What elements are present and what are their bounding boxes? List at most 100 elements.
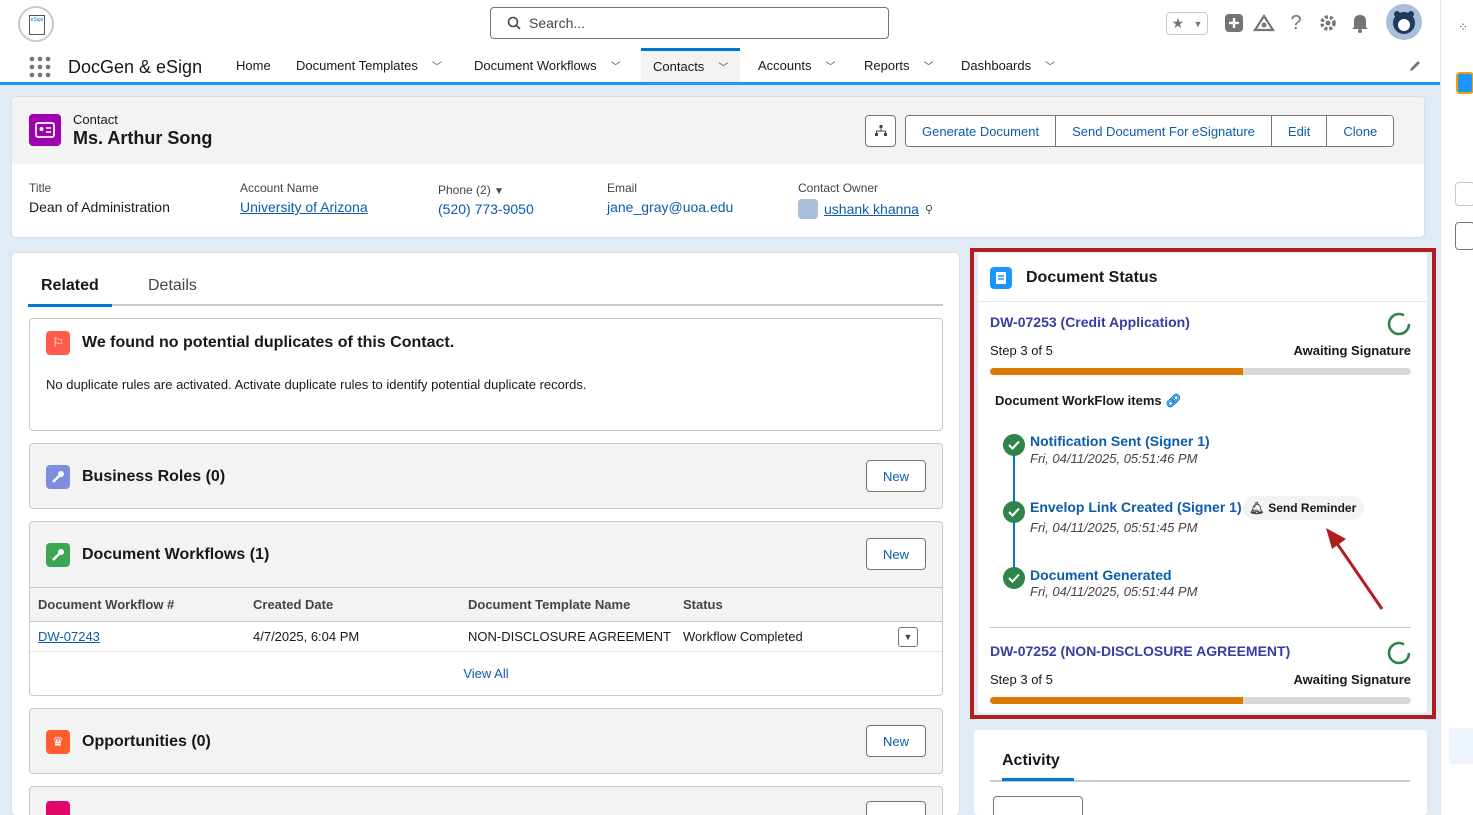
chevron-down-icon[interactable]: ﹀ bbox=[1045, 58, 1055, 73]
workflow-items-label[interactable]: Document WorkFlow items 🔗︎ bbox=[995, 393, 1182, 409]
column-header-actions bbox=[890, 587, 942, 622]
items-label-text: Document WorkFlow items bbox=[995, 393, 1162, 408]
nav-item-contacts[interactable]: Contacts ﹀ bbox=[641, 48, 741, 82]
column-header[interactable]: Document Workflow # bbox=[30, 587, 245, 622]
opportunities-new-button[interactable]: New bbox=[866, 725, 926, 757]
nav-item-accounts[interactable]: Accounts ﹀ bbox=[758, 48, 835, 82]
field-label[interactable]: Phone (2) ▼ bbox=[438, 183, 534, 197]
nav-label: Home bbox=[236, 57, 271, 73]
global-search[interactable] bbox=[490, 7, 889, 39]
add-icon[interactable] bbox=[1223, 12, 1245, 34]
nav-item-reports[interactable]: Reports ﹀ bbox=[864, 48, 934, 82]
progress-fill bbox=[990, 697, 1243, 704]
workflow-title-link[interactable]: DW-07253 (Credit Application) bbox=[990, 314, 1190, 330]
column-header[interactable]: Status bbox=[675, 587, 890, 622]
notifications-bell-icon[interactable] bbox=[1349, 12, 1371, 34]
activity-tab-bar: Activity bbox=[990, 750, 1410, 782]
field-value: Dean of Administration bbox=[29, 199, 170, 215]
user-avatar-icon[interactable] bbox=[1386, 4, 1422, 40]
chevron-down-icon[interactable]: ﹀ bbox=[718, 59, 728, 74]
hierarchy-button[interactable] bbox=[865, 115, 896, 147]
created-date-cell: 4/7/2025, 6:04 PM bbox=[245, 621, 460, 652]
utility-dropdown[interactable] bbox=[1455, 182, 1473, 206]
change-owner-icon[interactable]: ⚲ bbox=[925, 203, 933, 216]
business-roles-new-button[interactable]: New bbox=[866, 460, 926, 492]
send-for-esignature-button[interactable]: Send Document For eSignature bbox=[1056, 116, 1272, 146]
table-row: DW-07243 4/7/2025, 6:04 PM NON-DISCLOSUR… bbox=[30, 621, 942, 652]
timeline-item-link[interactable]: Document Generated bbox=[1030, 567, 1172, 583]
generate-document-button[interactable]: Generate Document bbox=[906, 116, 1057, 146]
account-link[interactable]: University of Arizona bbox=[240, 199, 368, 215]
caret-down-icon[interactable]: ▼ bbox=[494, 186, 504, 197]
utility-search[interactable] bbox=[1455, 222, 1473, 250]
utility-selected-item[interactable] bbox=[1449, 728, 1473, 764]
next-card-button[interactable] bbox=[866, 801, 926, 815]
email-link[interactable]: jane_gray@uoa.edu bbox=[607, 199, 733, 215]
timeline-item-link[interactable]: Envelop Link Created (Signer 1) bbox=[1030, 499, 1242, 515]
progress-ring-icon bbox=[1387, 312, 1411, 336]
setup-gear-icon[interactable] bbox=[1317, 12, 1339, 34]
crown-icon: ♛ bbox=[46, 730, 70, 754]
app-launcher-icon[interactable] bbox=[29, 56, 51, 78]
bell-icon: 🔔︎ bbox=[1249, 501, 1265, 515]
activity-card: Activity bbox=[974, 730, 1427, 815]
chevron-down-icon[interactable]: ﹀ bbox=[611, 58, 621, 73]
tab-related[interactable]: Related bbox=[28, 277, 112, 307]
activity-email-button[interactable] bbox=[993, 796, 1083, 815]
app-name: DocGen & eSign bbox=[68, 57, 203, 77]
field-email: Email jane_gray@uoa.edu bbox=[607, 181, 733, 215]
nav-label: Document Workflows bbox=[474, 57, 597, 73]
trailhead-icon[interactable] bbox=[1253, 12, 1275, 34]
send-reminder-button[interactable]: 🔔︎ Send Reminder bbox=[1243, 496, 1365, 520]
phone-link[interactable]: (520) 773-9050 bbox=[438, 201, 534, 217]
nav-item-home[interactable]: Home bbox=[236, 48, 271, 82]
view-all-link[interactable]: View All bbox=[30, 652, 942, 695]
record-highlights: Contact Ms. Arthur Song Generate Documen… bbox=[12, 97, 1424, 237]
favorites-button[interactable]: ★ ▼ bbox=[1166, 12, 1208, 35]
workflow-link[interactable]: DW-07243 bbox=[38, 629, 100, 644]
column-header[interactable]: Created Date bbox=[245, 587, 460, 622]
contact-icon bbox=[29, 114, 61, 146]
clone-button[interactable]: Clone bbox=[1327, 116, 1394, 146]
template-name-cell: NON-DISCLOSURE AGREEMENT bbox=[460, 621, 675, 652]
annotation-arrow-icon bbox=[1326, 528, 1384, 610]
field-phone: Phone (2) ▼ (520) 773-9050 bbox=[438, 183, 534, 217]
field-label: Email bbox=[607, 181, 638, 195]
grid-icon[interactable]: ⁘ bbox=[1458, 20, 1468, 34]
chevron-down-icon[interactable]: ﹀ bbox=[432, 58, 442, 73]
workflow-progress-bar bbox=[990, 697, 1411, 704]
row-actions-dropdown-icon[interactable]: ▼ bbox=[898, 626, 918, 647]
chevron-down-icon[interactable]: ﹀ bbox=[825, 58, 835, 73]
chevron-down-icon: ▼ bbox=[1193, 18, 1203, 29]
opportunities-card: ♛ Opportunities (0) New bbox=[29, 708, 943, 774]
highlights-header: Contact Ms. Arthur Song Generate Documen… bbox=[12, 97, 1424, 164]
workflow-title-link[interactable]: DW-07252 (NON-DISCLOSURE AGREEMENT) bbox=[990, 643, 1290, 659]
search-input[interactable] bbox=[529, 13, 869, 33]
edit-nav-pencil-icon[interactable] bbox=[1408, 59, 1422, 76]
app-nav-bar: DocGen & eSign Home Document Templates ﹀ … bbox=[0, 48, 1440, 85]
utility-app-icon[interactable] bbox=[1456, 72, 1473, 94]
app-logo[interactable]: eSign bbox=[18, 6, 54, 42]
owner-link[interactable]: ushank khanna bbox=[824, 201, 919, 217]
divider bbox=[990, 627, 1411, 628]
nav-item-document-workflows[interactable]: Document Workflows ﹀ bbox=[474, 48, 621, 82]
duplicates-text: No duplicate rules are activated. Activa… bbox=[46, 377, 587, 392]
nav-item-document-templates[interactable]: Document Templates ﹀ bbox=[296, 48, 442, 82]
tab-details[interactable]: Details bbox=[148, 277, 197, 304]
document-workflows-new-button[interactable]: New bbox=[866, 538, 926, 570]
tab-bar: Related Details bbox=[28, 273, 943, 307]
column-header[interactable]: Document Template Name bbox=[460, 587, 675, 622]
workflow-wrench-icon bbox=[46, 543, 70, 567]
tab-activity[interactable]: Activity bbox=[1002, 752, 1074, 781]
timeline-item-link[interactable]: Notification Sent (Signer 1) bbox=[1030, 433, 1210, 449]
related-panel: Related Details ⚐ We found no potential … bbox=[12, 253, 959, 815]
edit-button[interactable]: Edit bbox=[1271, 116, 1328, 146]
next-related-card bbox=[29, 786, 943, 815]
help-icon[interactable]: ? bbox=[1285, 12, 1307, 34]
status-cell: Workflow Completed bbox=[675, 621, 890, 652]
chevron-down-icon[interactable]: ﹀ bbox=[924, 58, 934, 73]
nav-item-dashboards[interactable]: Dashboards ﹀ bbox=[961, 48, 1055, 82]
timeline-item-date: Fri, 04/11/2025, 05:51:46 PM bbox=[1030, 451, 1198, 466]
duplicate-warning-icon: ⚐ bbox=[46, 331, 70, 355]
link-icon[interactable]: 🔗︎ bbox=[1165, 393, 1182, 408]
